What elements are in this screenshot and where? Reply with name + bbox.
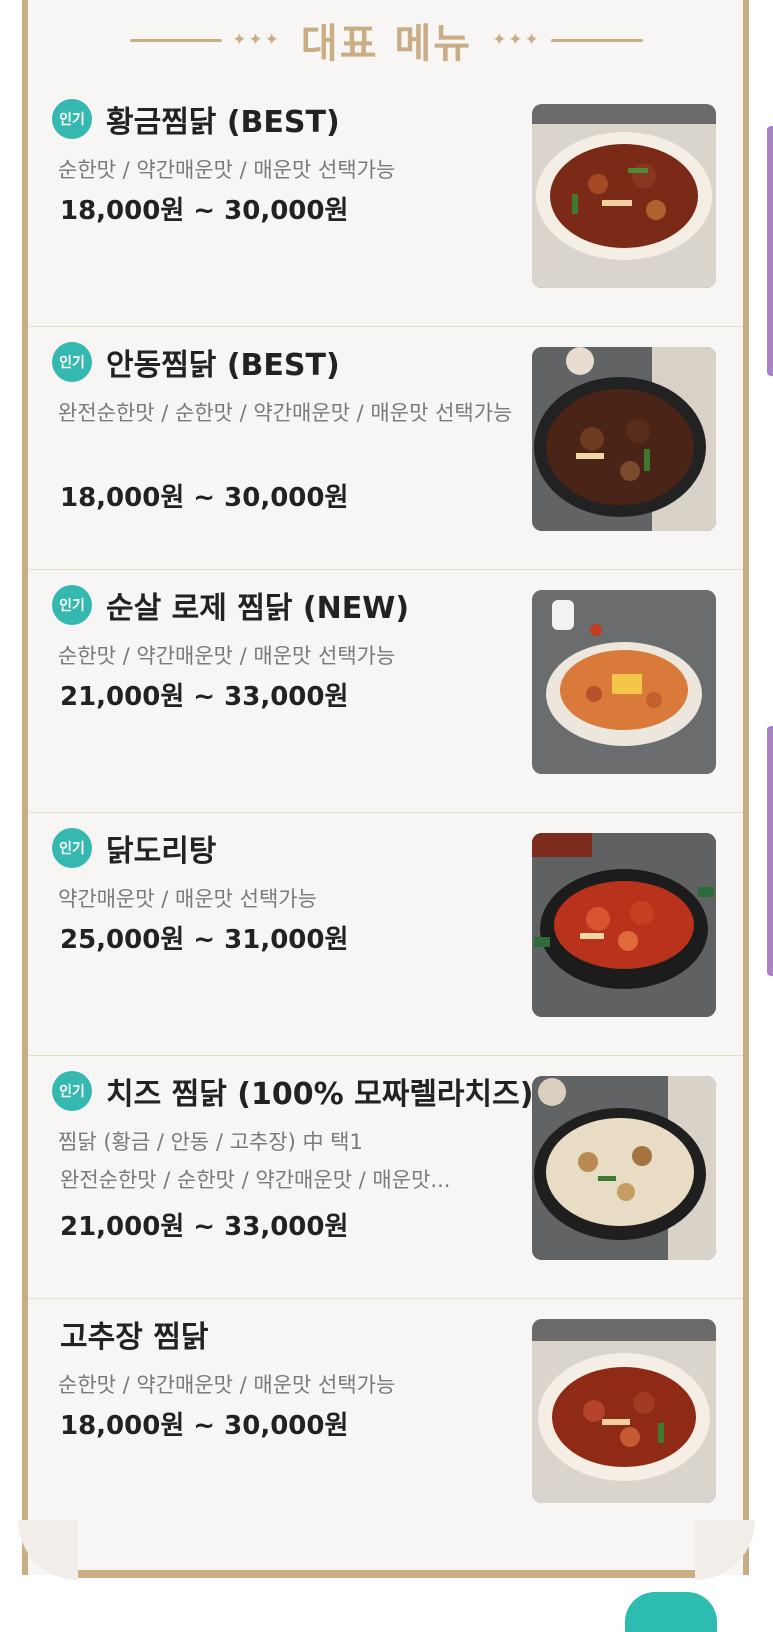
popular-badge: 인기 (52, 828, 92, 868)
side-scroll-tab-top[interactable] (767, 126, 773, 376)
side-scroll-tab-bottom[interactable] (767, 726, 773, 976)
menu-item-price: 18,000원 ~ 30,000원 (60, 483, 349, 513)
menu-item-flavors: 찜닭 (황금 / 안동 / 고추장) 中 택1 완전순한맛 / 순한맛 / 약간… (58, 1123, 513, 1199)
menu-item-name: 황금찜닭 (BEST) (106, 105, 340, 140)
menu-item[interactable]: 인기 안동찜닭 (BEST) 완전순한맛 / 순한맛 / 약간매운맛 / 매운맛… (28, 327, 743, 570)
spicy-chicken-stew-pot-image (532, 833, 716, 1017)
menu-item[interactable]: 고추장 찜닭 순한맛 / 약간매운맛 / 매운맛 선택가능 18,000원 ~ … (28, 1299, 743, 1542)
rose-braised-chicken-dish-image (532, 590, 716, 774)
popular-badge: 인기 (52, 342, 92, 382)
menu-item-price: 18,000원 ~ 30,000원 (60, 196, 349, 226)
food-photo[interactable] (532, 1076, 716, 1260)
header-ornament-left: ✦✦✦ (232, 30, 281, 50)
menu-item-flavors: 약간매운맛 / 매운맛 선택가능 (58, 887, 317, 911)
floating-action-button[interactable] (625, 1592, 717, 1632)
andong-braised-chicken-pan-image (532, 347, 716, 531)
menu-item[interactable]: 인기 순살 로제 찜닭 (NEW) 순한맛 / 약간매운맛 / 매운맛 선택가능… (28, 570, 743, 813)
menu-item-name: 고추장 찜닭 (60, 1320, 209, 1355)
menu-item-flavors: 순한맛 / 약간매운맛 / 매운맛 선택가능 (58, 1373, 396, 1397)
cheese-braised-chicken-pan-image (532, 1076, 716, 1260)
menu-item[interactable]: 인기 치즈 찜닭 (100% 모짜렐라치즈) 찜닭 (황금 / 안동 / 고추장… (28, 1056, 743, 1299)
menu-item-flavors-line1: 찜닭 (황금 / 안동 / 고추장) 中 택1 (58, 1130, 363, 1154)
food-photo[interactable] (532, 347, 716, 531)
menu-item-price: 25,000원 ~ 31,000원 (60, 925, 349, 955)
menu-item-flavors-line2: 완전순한맛 / 순한맛 / 약간매운맛 / 매운맛... (60, 1168, 451, 1192)
menu-item-price: 21,000원 ~ 33,000원 (60, 682, 349, 712)
food-photo[interactable] (532, 590, 716, 774)
section-title: 대표 메뉴 (300, 21, 473, 67)
food-photo[interactable] (532, 1319, 716, 1503)
menu-item-name: 치즈 찜닭 (100% 모짜렐라치즈) (106, 1077, 534, 1112)
gochujang-braised-chicken-plate-image (532, 1319, 716, 1503)
menu-item-price: 21,000원 ~ 33,000원 (60, 1212, 349, 1242)
header-line-left (130, 38, 223, 42)
menu-item-name: 안동찜닭 (BEST) (106, 348, 340, 383)
section-header: ✦✦✦ 대표 메뉴 ✦✦✦ (0, 0, 773, 80)
popular-badge: 인기 (52, 1071, 92, 1111)
menu-item-flavors: 순한맛 / 약간매운맛 / 매운맛 선택가능 (58, 158, 396, 182)
food-photo[interactable] (532, 104, 716, 288)
popular-badge: 인기 (52, 99, 92, 139)
soy-braised-chicken-plate-image (532, 104, 716, 288)
popular-badge: 인기 (52, 585, 92, 625)
frame-bottom-border (78, 1570, 695, 1578)
food-photo[interactable] (532, 833, 716, 1017)
menu-item[interactable]: 인기 닭도리탕 약간매운맛 / 매운맛 선택가능 25,000원 ~ 31,00… (28, 813, 743, 1056)
menu-item-flavors: 완전순한맛 / 순한맛 / 약간매운맛 / 매운맛 선택가능 (58, 401, 513, 425)
menu-item-flavors: 순한맛 / 약간매운맛 / 매운맛 선택가능 (58, 644, 396, 668)
menu-item[interactable]: 인기 황금찜닭 (BEST) 순한맛 / 약간매운맛 / 매운맛 선택가능 18… (28, 84, 743, 327)
header-line-right (550, 38, 643, 42)
menu-item-name: 순살 로제 찜닭 (NEW) (106, 591, 410, 626)
menu-item-name: 닭도리탕 (106, 834, 217, 869)
header-ornament-right: ✦✦✦ (492, 30, 541, 50)
menu-item-price: 18,000원 ~ 30,000원 (60, 1411, 349, 1441)
